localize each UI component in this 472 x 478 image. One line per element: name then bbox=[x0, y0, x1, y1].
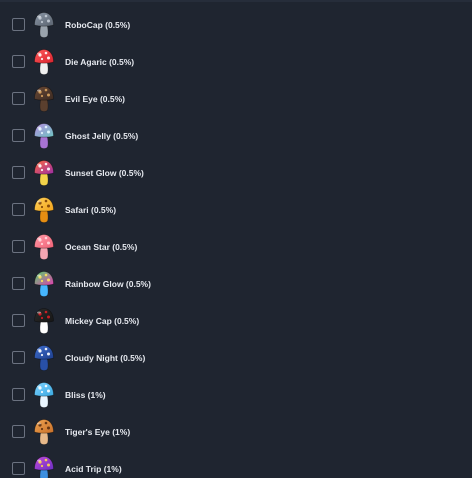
item-label: Ocean Star (0.5%) bbox=[65, 241, 138, 252]
item-label: Bliss (1%) bbox=[65, 389, 106, 400]
list-item[interactable]: Sunset Glow (0.5%) bbox=[0, 154, 472, 191]
item-checkbox[interactable] bbox=[12, 202, 25, 216]
list-item[interactable]: Acid Trip (1%) bbox=[0, 450, 472, 478]
list-item[interactable]: Mickey Cap (0.5%) bbox=[0, 302, 472, 339]
list-item[interactable]: Safari (0.5%) bbox=[0, 191, 472, 228]
list-item[interactable]: Die Agaric (0.5%) bbox=[0, 43, 472, 80]
item-label: RoboCap (0.5%) bbox=[65, 19, 131, 30]
item-checkbox[interactable] bbox=[12, 350, 25, 364]
robocap-mushroom-icon bbox=[33, 11, 55, 39]
item-label: Cloudy Night (0.5%) bbox=[65, 352, 146, 363]
item-label: Ghost Jelly (0.5%) bbox=[65, 130, 139, 141]
item-checkbox[interactable] bbox=[12, 239, 25, 253]
list-item[interactable]: Bliss (1%) bbox=[0, 376, 472, 413]
sunset-glow-mushroom-icon bbox=[33, 159, 55, 187]
list-item[interactable]: Ghost Jelly (0.5%) bbox=[0, 117, 472, 154]
item-label: Tiger's Eye (1%) bbox=[65, 426, 131, 437]
list-item[interactable]: Tiger's Eye (1%) bbox=[0, 413, 472, 450]
list-item[interactable]: RoboCap (0.5%) bbox=[0, 6, 472, 43]
item-checkbox[interactable] bbox=[12, 17, 25, 31]
die-agaric-mushroom-icon bbox=[33, 48, 55, 76]
item-checkbox[interactable] bbox=[12, 387, 25, 401]
mushroom-list: RoboCap (0.5%) Die Agaric (0.5%) Evil Eye … bbox=[0, 6, 472, 478]
evil-eye-mushroom-icon bbox=[33, 85, 55, 113]
list-item[interactable]: Evil Eye (0.5%) bbox=[0, 80, 472, 117]
item-checkbox[interactable] bbox=[12, 165, 25, 179]
item-checkbox[interactable] bbox=[12, 313, 25, 327]
item-label: Mickey Cap (0.5%) bbox=[65, 315, 140, 326]
item-label: Evil Eye (0.5%) bbox=[65, 93, 126, 104]
item-checkbox[interactable] bbox=[12, 54, 25, 68]
panel-top-border bbox=[0, 0, 472, 2]
tigers-eye-mushroom-icon bbox=[33, 418, 55, 446]
ghost-jelly-mushroom-icon bbox=[33, 122, 55, 150]
item-checkbox[interactable] bbox=[12, 461, 25, 475]
item-label: Sunset Glow (0.5%) bbox=[65, 167, 144, 178]
rainbow-glow-mushroom-icon bbox=[33, 270, 55, 298]
cloudy-night-mushroom-icon bbox=[33, 344, 55, 372]
item-label: Rainbow Glow (0.5%) bbox=[65, 278, 151, 289]
list-item[interactable]: Rainbow Glow (0.5%) bbox=[0, 265, 472, 302]
mushroom-filter-panel: RoboCap (0.5%) Die Agaric (0.5%) Evil Eye … bbox=[0, 0, 472, 478]
list-item[interactable]: Cloudy Night (0.5%) bbox=[0, 339, 472, 376]
ocean-star-mushroom-icon bbox=[33, 233, 55, 261]
item-checkbox[interactable] bbox=[12, 424, 25, 438]
mickey-cap-mushroom-icon bbox=[33, 307, 55, 335]
item-label: Die Agaric (0.5%) bbox=[65, 56, 135, 67]
safari-mushroom-icon bbox=[33, 196, 55, 224]
bliss-mushroom-icon bbox=[33, 381, 55, 409]
item-checkbox[interactable] bbox=[12, 91, 25, 105]
item-checkbox[interactable] bbox=[12, 128, 25, 142]
item-checkbox[interactable] bbox=[12, 276, 25, 290]
item-label: Safari (0.5%) bbox=[65, 204, 117, 215]
list-item[interactable]: Ocean Star (0.5%) bbox=[0, 228, 472, 265]
item-label: Acid Trip (1%) bbox=[65, 463, 122, 474]
acid-trip-mushroom-icon bbox=[33, 455, 55, 478]
